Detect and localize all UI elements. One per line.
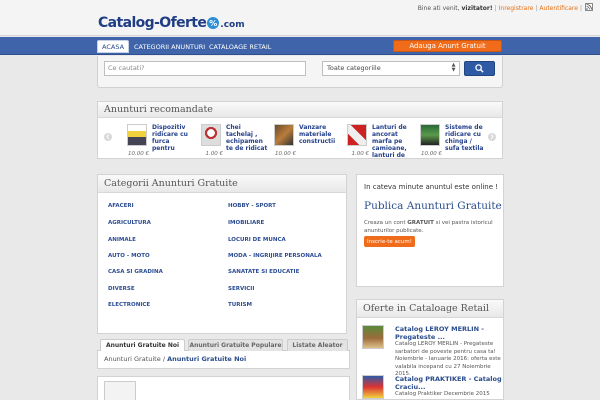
category-link[interactable]: Turism — [228, 302, 252, 308]
recommended-item-title[interactable]: Vanzare materiale constructii — [299, 124, 341, 158]
offer-title[interactable]: Catalog PRAKTIKER - Catalog Craciu... — [395, 375, 502, 391]
catalog-thumbnail[interactable] — [362, 375, 384, 399]
visitor-name: vizitator! — [461, 5, 493, 12]
add-ad-button[interactable]: Adauga Anunt Gratuit — [393, 40, 502, 52]
category-link[interactable]: Electronice — [108, 302, 150, 308]
publish-description: Creaza un cont GRATUIT si vei pastra ist… — [364, 219, 496, 235]
logo-percent-icon: % — [207, 17, 220, 29]
category-select[interactable]: Toate categoriile — [322, 61, 460, 76]
recommended-item-title[interactable]: Chei tachelaj , echipamen te de ridicat — [226, 124, 268, 158]
recommended-item-price: 10.00 € — [275, 151, 296, 157]
offer-title[interactable]: Catalog LEROY MERLIN - Pregateste ... — [395, 325, 502, 341]
category-link[interactable]: Sanatate si educatie — [228, 269, 299, 275]
product-thumbnail[interactable] — [201, 124, 221, 146]
category-link[interactable]: Animale — [108, 237, 136, 243]
category-link[interactable]: Hobby - Sport — [228, 203, 276, 209]
recommended-item-price: 1.00 € — [205, 151, 224, 157]
rss-icon[interactable] — [585, 3, 593, 11]
category-link[interactable]: Imobiliare — [228, 220, 264, 226]
recommended-item-price: 10.00 € — [421, 151, 442, 157]
carousel-prev-icon[interactable]: ❮ — [104, 133, 112, 141]
recommended-title: Anunturi recomandate — [98, 102, 502, 118]
recommended-item[interactable]: Lanturi de ancorat marfa pe camioane, la… — [347, 124, 413, 160]
product-thumbnail[interactable] — [347, 124, 367, 146]
category-link[interactable]: Afaceri — [108, 203, 134, 209]
category-link[interactable]: Casa si gradina — [108, 269, 163, 275]
register-link[interactable]: Inregistrare — [499, 5, 534, 12]
recommended-item[interactable]: Dispozitiv ridicare cu furca pentru 10.0… — [127, 124, 193, 160]
category-link[interactable]: Locuri de munca — [228, 237, 286, 243]
offer-item[interactable]: Catalog LEROY MERLIN - Pregateste ... Ca… — [362, 325, 502, 377]
catalog-thumbnail[interactable] — [362, 325, 384, 349]
offer-item[interactable]: Catalog PRAKTIKER - Catalog Craciu... Ca… — [362, 375, 502, 400]
categories-title: Categorii Anunturi Gratuite — [98, 175, 346, 193]
product-thumbnail[interactable] — [420, 124, 440, 146]
product-thumbnail[interactable] — [274, 124, 294, 146]
search-button[interactable] — [464, 61, 495, 76]
carousel-next-icon[interactable]: ❯ — [488, 133, 496, 141]
logo-name: Catalog-Oferte — [98, 15, 207, 31]
category-link[interactable]: Agricultura — [108, 220, 151, 226]
recommended-item-price: 10.00 € — [128, 151, 149, 157]
search-icon — [475, 64, 484, 73]
select-updown-icon: ▲ ▼ — [451, 62, 456, 73]
search-input[interactable]: Ce cautati? — [104, 61, 306, 76]
tab-popular-ads[interactable]: Anunturi Gratuite Populare — [188, 339, 283, 351]
login-link[interactable]: Autentificare — [539, 5, 578, 12]
nav-home[interactable]: Acasa — [97, 40, 130, 53]
breadcrumb-current: Anunturi Gratuite Noi — [167, 355, 247, 363]
signup-button[interactable]: Inscrie-te acum! — [364, 236, 415, 247]
logo-tld: .com — [220, 19, 245, 30]
account-links: Bine ati venit, vizitator! | Inregistrar… — [417, 5, 582, 12]
category-link[interactable]: Moda - Ingrijire personala — [228, 253, 322, 259]
tab-new-ads[interactable]: Anunturi Gratuite Noi — [100, 339, 185, 351]
recommended-item-title[interactable]: Sisteme de ridicare cu chinga / sufa tex… — [445, 124, 487, 158]
category-link[interactable]: Diverse — [108, 286, 135, 292]
main-nav — [0, 37, 600, 55]
offer-description: Catalog LEROY MERLIN - Pregateste sarbat… — [395, 341, 501, 377]
recommended-item-title[interactable]: Lanturi de ancorat marfa pe camioane, la… — [372, 124, 414, 158]
recommended-item[interactable]: Sisteme de ridicare cu chinga / sufa tex… — [420, 124, 486, 160]
category-link[interactable]: Servicii — [228, 286, 254, 292]
category-link[interactable]: Auto - Moto — [108, 253, 150, 259]
offer-description: Catalog Praktiker Decembrie 2015 — [395, 391, 490, 397]
ad-thumbnail-placeholder[interactable] — [104, 381, 136, 400]
nav-retail-catalogs[interactable]: Cataloage Retail — [205, 40, 275, 53]
product-thumbnail[interactable] — [127, 124, 147, 146]
publish-intro: In cateva minute anuntul este online ! — [364, 183, 499, 191]
publish-title: Publica Anunturi Gratuite — [364, 200, 502, 212]
recommended-item-title[interactable]: Dispozitiv ridicare cu furca pentru — [152, 124, 194, 158]
recommended-item-price: 1.00 € — [351, 151, 370, 157]
breadcrumb-root[interactable]: Anunturi Gratuite — [104, 355, 161, 363]
nav-categories[interactable]: Categorii Anunturi — [130, 40, 209, 53]
breadcrumb-separator: / — [162, 355, 166, 363]
offers-title: Oferte in Cataloage Retail — [357, 300, 503, 318]
recommended-item[interactable]: Chei tachelaj , echipamen te de ridicat … — [201, 124, 267, 160]
recommended-item[interactable]: Vanzare materiale constructii 10.00 € — [274, 124, 340, 160]
tab-random-ads[interactable]: Listate Aleator — [287, 339, 348, 351]
welcome-text: Bine ati venit, — [417, 5, 460, 12]
site-logo[interactable]: Catalog-Oferte % .com — [98, 13, 245, 33]
publish-desc-pre: Creaza un cont — [364, 220, 408, 226]
breadcrumb: Anunturi Gratuite / Anunturi Gratuite No… — [97, 351, 350, 369]
publish-desc-bold: GRATUIT — [407, 220, 434, 226]
